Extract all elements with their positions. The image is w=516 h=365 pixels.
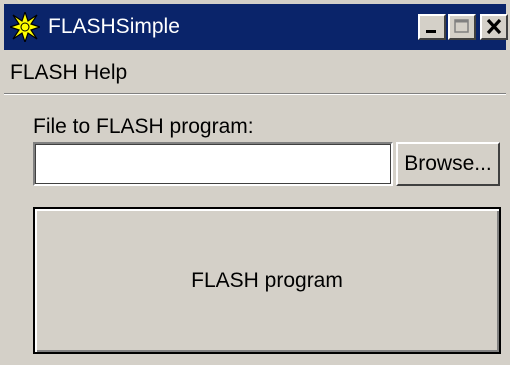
starburst-icon[interactable] xyxy=(8,10,42,44)
menu-separator xyxy=(4,93,506,95)
browse-button[interactable]: Browse... xyxy=(396,142,500,186)
file-path-input[interactable] xyxy=(33,142,393,186)
close-button[interactable] xyxy=(480,14,508,40)
menu-bar: FLASH Help xyxy=(4,52,506,92)
file-label: File to FLASH program: xyxy=(33,115,254,138)
menu-flash[interactable]: FLASH xyxy=(10,60,78,86)
title-bar[interactable]: FLASHSimple xyxy=(4,4,508,50)
flash-program-button[interactable]: FLASH program xyxy=(33,207,501,354)
minimize-button[interactable] xyxy=(418,14,446,40)
menu-help[interactable]: Help xyxy=(84,60,127,86)
maximize-button[interactable] xyxy=(448,14,476,40)
app-window: FLASHSimple FLASH Help File to FLASH pro… xyxy=(0,0,510,365)
window-title: FLASHSimple xyxy=(48,15,180,38)
